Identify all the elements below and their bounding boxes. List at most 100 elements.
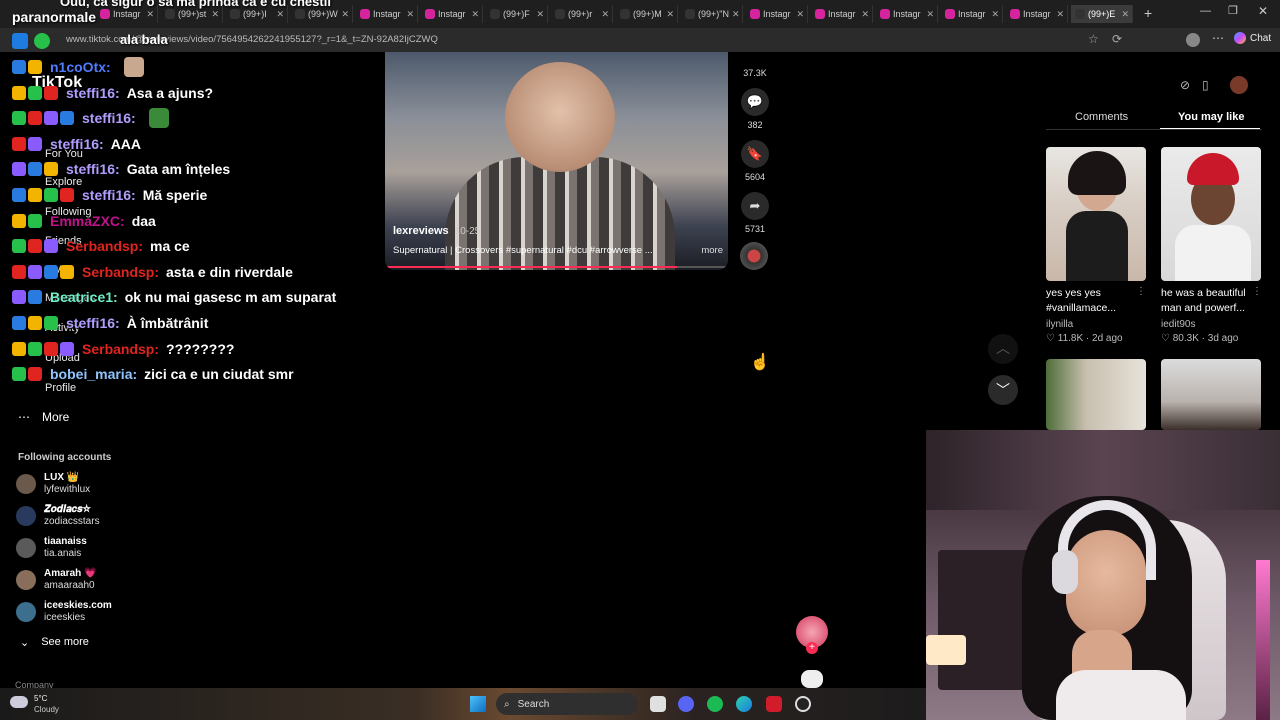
video-title[interactable]: he was a beautiful man and powerf... bbox=[1161, 286, 1256, 316]
windows-start-icon[interactable] bbox=[470, 696, 486, 712]
close-tab-icon[interactable]: ✕ bbox=[796, 9, 804, 20]
share-action[interactable]: ➦ 5731 bbox=[740, 192, 770, 234]
chat-text: À îmbătrânit bbox=[126, 315, 209, 331]
video-author[interactable]: ilynilla bbox=[1046, 319, 1073, 330]
sidebar-toggle-icon[interactable]: ⊘ bbox=[1180, 78, 1190, 92]
close-tab-icon[interactable]: ✕ bbox=[926, 9, 934, 20]
maximize-button[interactable]: ❐ bbox=[1228, 4, 1238, 17]
extension-icon[interactable] bbox=[12, 33, 28, 49]
chat-badge-icon bbox=[28, 162, 42, 177]
edge-icon[interactable] bbox=[736, 696, 752, 712]
video-thumbnail[interactable] bbox=[1161, 359, 1261, 430]
comment-icon[interactable]: 💬 bbox=[741, 88, 769, 116]
comment-action[interactable]: 💬 382 bbox=[740, 88, 770, 130]
chat-badge-icon bbox=[28, 316, 42, 330]
next-video-button[interactable]: ﹀ bbox=[988, 375, 1018, 405]
close-tab-icon[interactable]: ✕ bbox=[471, 9, 479, 20]
app-icon[interactable] bbox=[766, 696, 782, 712]
tab-label: Instagr bbox=[1023, 9, 1051, 19]
close-tab-icon[interactable]: ✕ bbox=[276, 9, 284, 20]
close-tab-icon[interactable]: ✕ bbox=[341, 9, 349, 20]
file-explorer-icon[interactable] bbox=[650, 696, 666, 712]
close-tab-icon[interactable]: ✕ bbox=[666, 9, 674, 20]
video-more-link[interactable]: more bbox=[701, 245, 723, 256]
instagram-icon bbox=[880, 9, 890, 19]
close-tab-icon[interactable]: ✕ bbox=[406, 9, 414, 20]
video-thumbnail[interactable] bbox=[1046, 147, 1146, 281]
browser-tab[interactable]: (99+)st ✕ bbox=[161, 5, 223, 23]
browser-tab[interactable]: Instagr ✕ bbox=[746, 5, 808, 23]
sound-disc-icon[interactable] bbox=[740, 242, 768, 270]
mic-light bbox=[1256, 560, 1270, 720]
tab-label: (99+)I bbox=[243, 9, 267, 19]
save-action[interactable]: 🔖 5604 bbox=[740, 140, 770, 182]
video-options-icon[interactable]: ⋮ bbox=[1252, 286, 1262, 297]
close-tab-icon[interactable]: ✕ bbox=[1056, 9, 1064, 20]
close-window-button[interactable]: ✕ bbox=[1258, 4, 1268, 18]
video-author[interactable]: iedit90s bbox=[1161, 319, 1195, 330]
bookmark-icon[interactable]: 🔖 bbox=[741, 140, 769, 168]
bookmark-star-icon[interactable]: ☆ bbox=[1088, 32, 1099, 46]
browser-tab[interactable]: Instagr ✕ bbox=[96, 5, 158, 23]
see-more-button[interactable]: ⌄ See more bbox=[20, 636, 89, 649]
weather-condition[interactable]: Cloudy bbox=[34, 705, 59, 714]
instagram-icon bbox=[100, 9, 110, 19]
url-field[interactable]: www.tiktok.com/@lexreviews/video/7564954… bbox=[56, 31, 1056, 49]
chat-message: steffi16: AAA bbox=[12, 133, 141, 155]
like-count: 80.3K bbox=[1172, 333, 1199, 344]
browser-tab[interactable]: (99+)"N ✕ bbox=[681, 5, 743, 23]
new-tab-button[interactable]: + bbox=[1144, 5, 1152, 21]
extension-icon[interactable] bbox=[34, 33, 50, 49]
browser-tab[interactable]: (99+)E ✕ bbox=[1071, 5, 1133, 23]
browser-tab[interactable]: Instagr ✕ bbox=[876, 5, 938, 23]
profile-avatar[interactable] bbox=[1186, 33, 1200, 47]
browser-tab[interactable]: (99+)F ✕ bbox=[486, 5, 548, 23]
minimize-button[interactable]: — bbox=[1200, 5, 1211, 17]
previous-video-button[interactable]: ︿ bbox=[988, 334, 1018, 364]
browser-tab[interactable]: Instagr ✕ bbox=[1006, 5, 1068, 23]
video-date: 10-25 bbox=[454, 226, 481, 237]
close-tab-icon[interactable]: ✕ bbox=[536, 9, 544, 20]
spotify-icon[interactable] bbox=[707, 696, 723, 712]
close-tab-icon[interactable]: ✕ bbox=[211, 9, 219, 20]
browser-tab[interactable]: (99+)W ✕ bbox=[291, 5, 353, 23]
video-author[interactable]: lexreviews bbox=[393, 225, 449, 237]
menu-dots-icon[interactable]: ⋯ bbox=[1212, 31, 1224, 45]
share-icon[interactable]: ➦ bbox=[741, 192, 769, 220]
browser-tab[interactable]: Instagr ✕ bbox=[941, 5, 1003, 23]
close-tab-icon[interactable]: ✕ bbox=[1121, 9, 1129, 20]
plus-icon[interactable]: + bbox=[806, 642, 818, 654]
weather-cloud-icon[interactable] bbox=[10, 696, 28, 708]
tab-comments[interactable]: Comments bbox=[1075, 111, 1128, 123]
user-avatar[interactable] bbox=[1230, 76, 1248, 94]
tab-you-may-like[interactable]: You may like bbox=[1178, 111, 1244, 123]
video-thumbnail[interactable] bbox=[1161, 147, 1261, 281]
browser-tab[interactable]: Instagr ✕ bbox=[356, 5, 418, 23]
chat-badge-icon bbox=[60, 111, 74, 126]
video-thumbnail[interactable] bbox=[1046, 359, 1146, 430]
taskbar-search[interactable]: ⌕ Search bbox=[496, 693, 638, 715]
browser-tab[interactable]: (99+)M ✕ bbox=[616, 5, 678, 23]
browser-tab[interactable]: (99+)r ✕ bbox=[551, 5, 613, 23]
browser-tab[interactable]: Instagr ✕ bbox=[811, 5, 873, 23]
close-tab-icon[interactable]: ✕ bbox=[991, 9, 999, 20]
tab-label: Instagr bbox=[113, 9, 141, 19]
discord-icon[interactable] bbox=[678, 696, 694, 712]
browser-tab[interactable]: (99+)I ✕ bbox=[226, 5, 288, 23]
close-tab-icon[interactable]: ✕ bbox=[732, 9, 740, 20]
more-button[interactable]: ⋯ More bbox=[18, 410, 69, 424]
obs-icon[interactable] bbox=[795, 696, 811, 712]
close-tab-icon[interactable]: ✕ bbox=[861, 9, 869, 20]
device-icon[interactable]: ▯ bbox=[1202, 78, 1209, 92]
avatar bbox=[16, 506, 36, 526]
browser-tab[interactable]: Instagr ✕ bbox=[421, 5, 483, 23]
close-tab-icon[interactable]: ✕ bbox=[146, 9, 154, 20]
video-title[interactable]: yes yes yes #vanillamace... bbox=[1046, 286, 1141, 316]
video-options-icon[interactable]: ⋮ bbox=[1136, 286, 1146, 297]
close-tab-icon[interactable]: ✕ bbox=[601, 9, 609, 20]
video-progress-bar[interactable] bbox=[385, 266, 728, 268]
refresh-icon[interactable]: ⟳ bbox=[1112, 32, 1122, 46]
weather-temp[interactable]: 5°C bbox=[34, 694, 47, 703]
floating-heart-icon[interactable] bbox=[801, 670, 823, 688]
copilot-chat-button[interactable]: Chat bbox=[1234, 32, 1271, 44]
